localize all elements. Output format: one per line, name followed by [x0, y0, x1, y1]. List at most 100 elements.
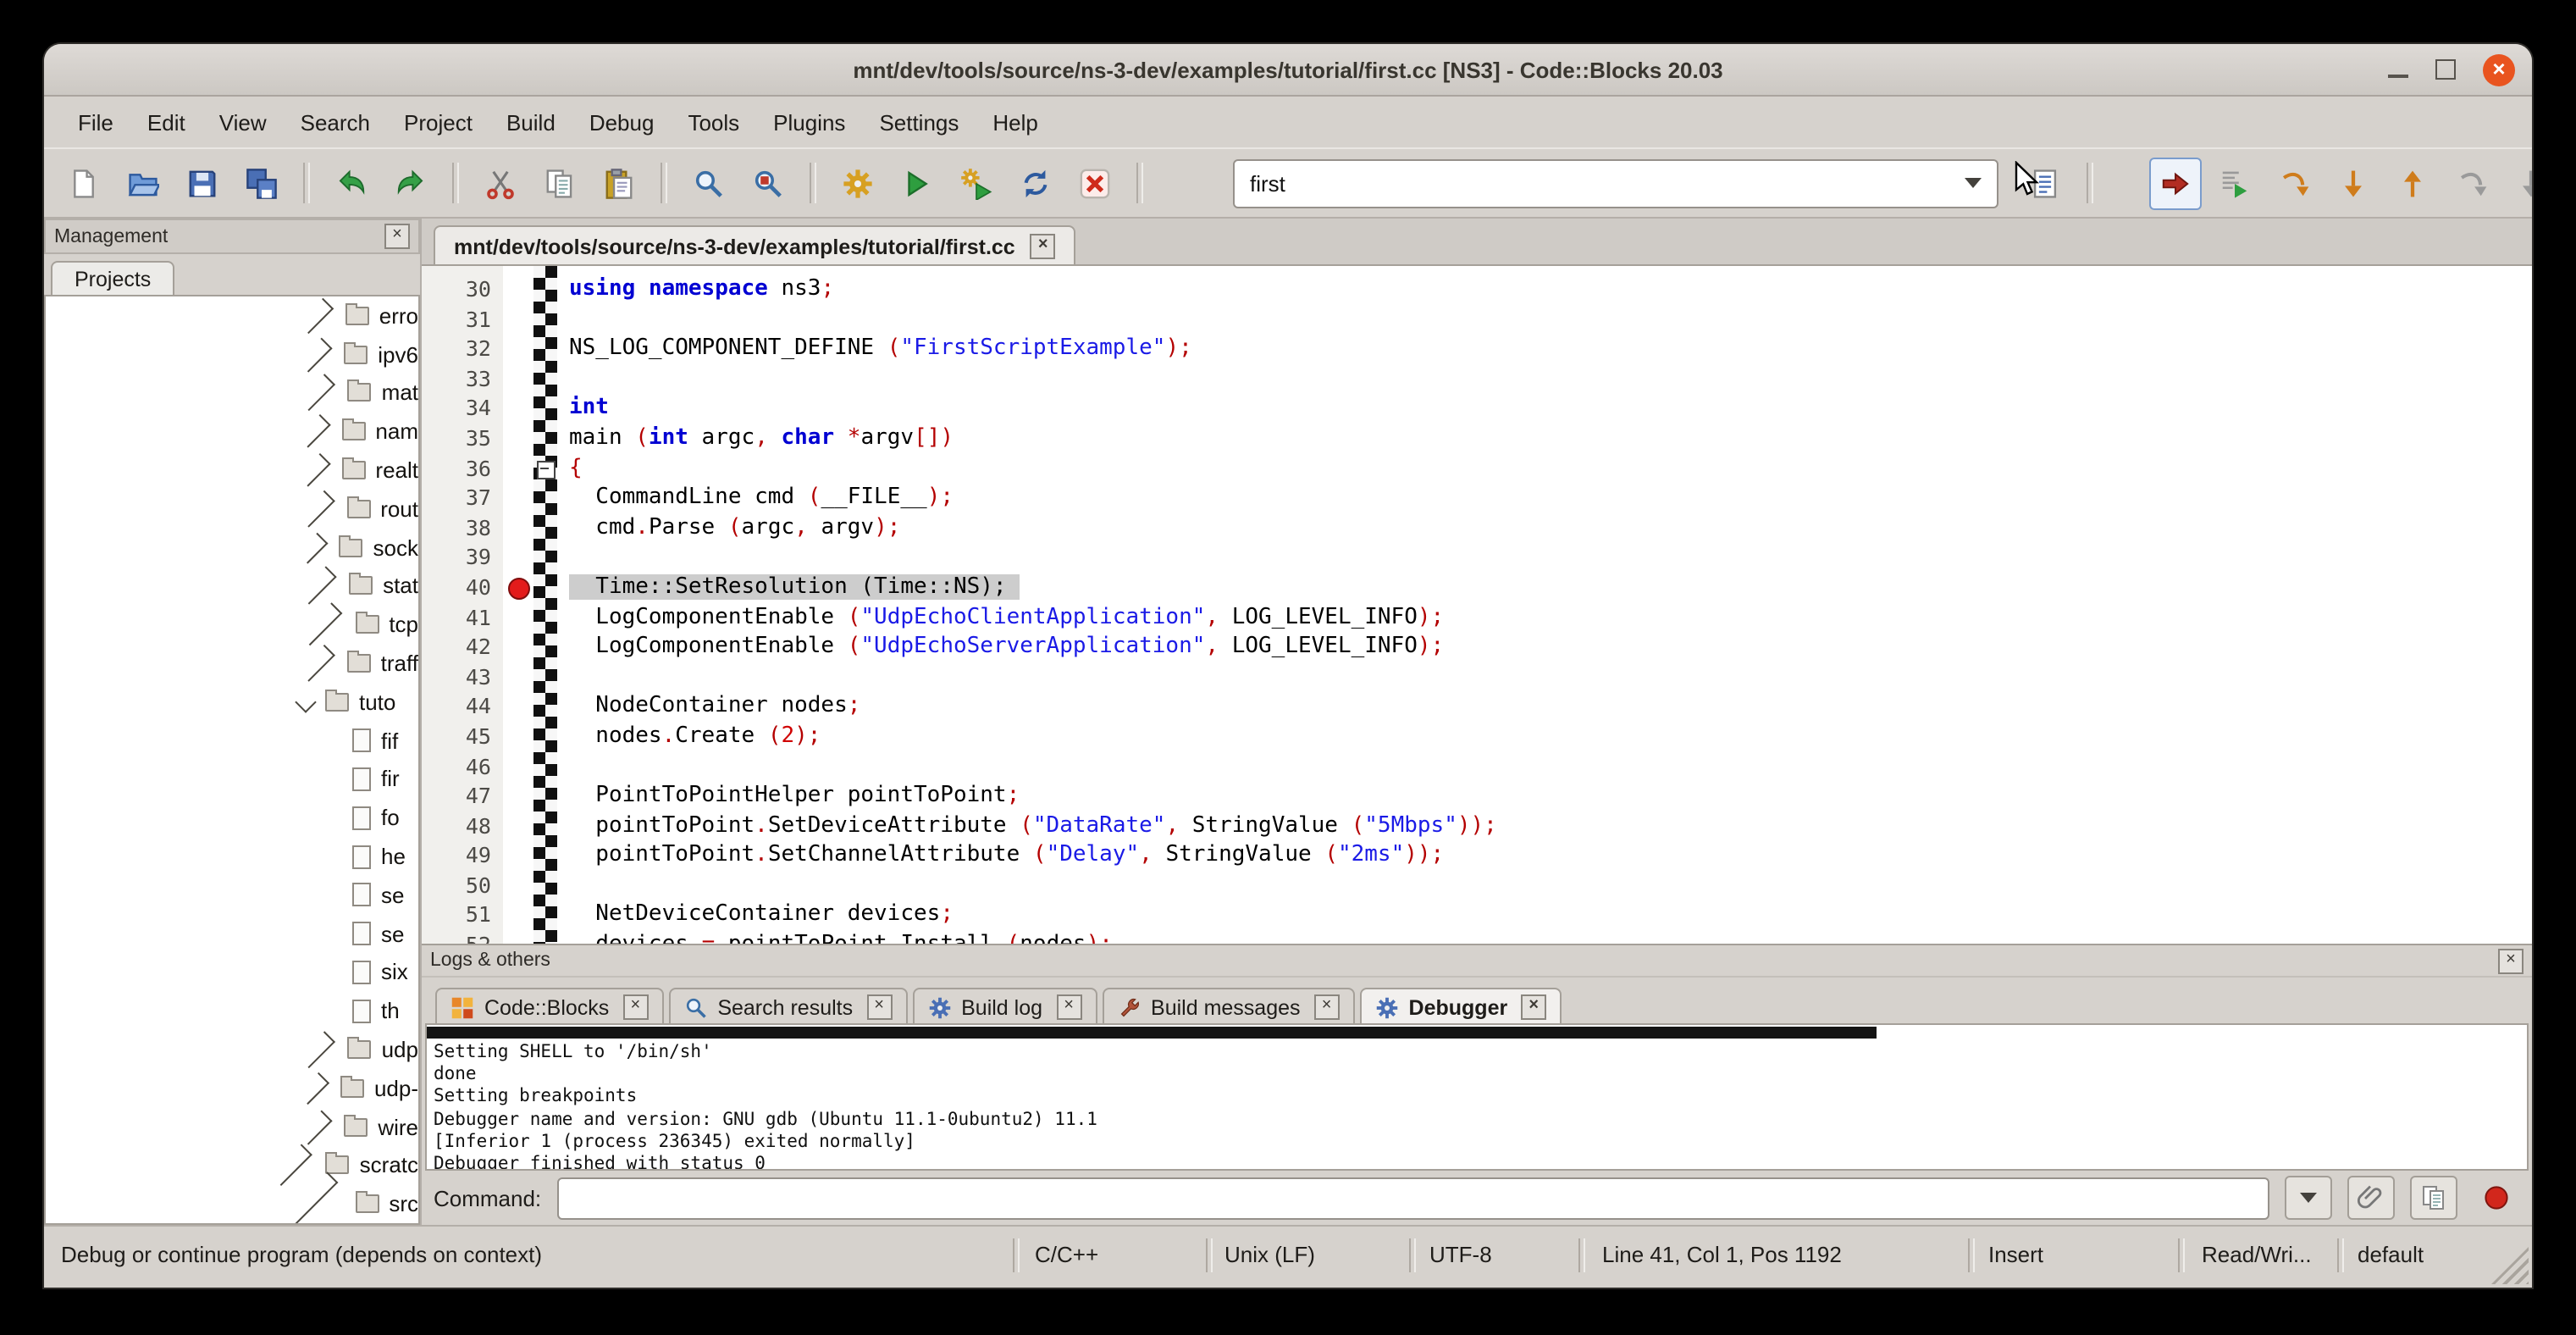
- breakpoint-margin[interactable]: [503, 692, 533, 722]
- log-tab-code-blocks[interactable]: Code::Blocks×: [435, 988, 663, 1023]
- new-file-button[interactable]: [58, 157, 110, 209]
- tree-item-stat[interactable]: stat: [46, 567, 418, 606]
- close-icon[interactable]: ×: [1031, 234, 1056, 259]
- chevron-right-icon[interactable]: [298, 298, 334, 334]
- breakpoint-margin[interactable]: [503, 722, 533, 751]
- line-number[interactable]: 32: [422, 334, 503, 363]
- menu-help[interactable]: Help: [976, 102, 1055, 141]
- line-number[interactable]: 35: [422, 424, 503, 453]
- breakpoint-margin[interactable]: [503, 274, 533, 304]
- menu-file[interactable]: File: [61, 102, 130, 141]
- chevron-right-icon[interactable]: [298, 337, 333, 372]
- rebuild-button[interactable]: [1009, 157, 1062, 209]
- line-number[interactable]: 47: [422, 781, 503, 811]
- breakpoint-margin[interactable]: [503, 334, 533, 363]
- breakpoint-margin[interactable]: [503, 871, 533, 900]
- chevron-right-icon[interactable]: [297, 415, 330, 448]
- breakpoint-margin[interactable]: [503, 841, 533, 871]
- close-icon[interactable]: ×: [622, 994, 648, 1020]
- build-button[interactable]: [832, 157, 884, 209]
- log-tab-build-log[interactable]: Build log×: [912, 988, 1097, 1023]
- chevron-right-icon[interactable]: [299, 603, 341, 645]
- stop-debugger-button[interactable]: [2473, 1176, 2520, 1220]
- build-target-combo[interactable]: first: [1233, 158, 1998, 208]
- log-tab-build-messages[interactable]: Build messages×: [1102, 988, 1355, 1023]
- line-number[interactable]: 50: [422, 871, 503, 900]
- save-button[interactable]: [176, 157, 229, 209]
- breakpoint-margin[interactable]: [503, 453, 533, 483]
- breakpoint-margin[interactable]: [503, 602, 533, 632]
- line-number[interactable]: 31: [422, 304, 503, 334]
- breakpoint-margin[interactable]: [503, 513, 533, 543]
- menu-project[interactable]: Project: [387, 102, 489, 141]
- breakpoint-margin[interactable]: [503, 573, 533, 602]
- breakpoint-margin[interactable]: [503, 483, 533, 512]
- chevron-right-icon[interactable]: [298, 645, 335, 682]
- tree-item-rout[interactable]: rout: [46, 490, 418, 529]
- chevron-right-icon[interactable]: [297, 1072, 329, 1105]
- next-instruction-button[interactable]: [2446, 157, 2498, 209]
- breakpoint-margin[interactable]: [503, 930, 533, 944]
- tree-item-fif[interactable]: fif: [46, 722, 418, 761]
- breakpoint-marker[interactable]: [508, 578, 530, 600]
- tree-item-tuto[interactable]: tuto: [46, 683, 418, 722]
- close-icon[interactable]: ×: [2498, 948, 2523, 973]
- tree-item-fir[interactable]: fir: [46, 760, 418, 799]
- tree-item-udp-[interactable]: udp-: [46, 1069, 418, 1108]
- chevron-right-icon[interactable]: [298, 1031, 335, 1068]
- breakpoint-margin[interactable]: [503, 394, 533, 424]
- line-number[interactable]: 30: [422, 274, 503, 304]
- line-number[interactable]: 51: [422, 900, 503, 930]
- step-into-button[interactable]: [2327, 157, 2380, 209]
- line-number[interactable]: 44: [422, 692, 503, 722]
- line-number[interactable]: 33: [422, 364, 503, 394]
- copy-log-button[interactable]: [2410, 1176, 2457, 1220]
- abort-build-button[interactable]: [1069, 157, 1121, 209]
- line-number[interactable]: 41: [422, 602, 503, 632]
- tree-item-realt[interactable]: realt: [46, 451, 418, 490]
- tree-item-scratc[interactable]: scratc: [46, 1146, 418, 1185]
- step-out-button[interactable]: [2386, 157, 2439, 209]
- breakpoint-margin[interactable]: [503, 632, 533, 662]
- redo-button[interactable]: [384, 157, 437, 209]
- close-icon[interactable]: ×: [866, 994, 892, 1020]
- close-icon[interactable]: ×: [1521, 994, 1546, 1020]
- tree-item-six[interactable]: six: [46, 953, 418, 992]
- menu-build[interactable]: Build: [489, 102, 572, 141]
- resize-grip[interactable]: [2491, 1247, 2529, 1284]
- breakpoint-margin[interactable]: [503, 364, 533, 394]
- line-number[interactable]: 45: [422, 722, 503, 751]
- close-button[interactable]: ×: [2483, 53, 2515, 86]
- line-number[interactable]: 42: [422, 632, 503, 662]
- line-number[interactable]: 52: [422, 930, 503, 944]
- line-number[interactable]: 34: [422, 394, 503, 424]
- breakpoint-margin[interactable]: [503, 900, 533, 930]
- replace-button[interactable]: [742, 157, 794, 209]
- menu-debug[interactable]: Debug: [572, 102, 672, 141]
- line-number[interactable]: 43: [422, 662, 503, 691]
- maximize-button[interactable]: [2435, 59, 2456, 80]
- breakpoint-margin[interactable]: [503, 424, 533, 453]
- chevron-down-icon[interactable]: [295, 691, 316, 712]
- tree-item-th[interactable]: th: [46, 992, 418, 1031]
- chevron-right-icon[interactable]: [298, 374, 335, 412]
- menu-plugins[interactable]: Plugins: [756, 102, 862, 141]
- copy-button[interactable]: [533, 157, 586, 209]
- chevron-right-icon[interactable]: [297, 532, 329, 563]
- code-editor[interactable]: 30using namespace ns3;3132NS_LOG_COMPONE…: [422, 266, 2532, 944]
- line-number[interactable]: 38: [422, 513, 503, 543]
- log-tab-search-results[interactable]: Search results×: [668, 988, 907, 1023]
- command-dropdown-button[interactable]: [2285, 1176, 2332, 1220]
- line-number[interactable]: 36: [422, 453, 503, 483]
- tree-item-ipv6[interactable]: ipv6: [46, 335, 418, 374]
- tree-item-traff[interactable]: traff: [46, 644, 418, 683]
- tree-item-nam[interactable]: nam: [46, 413, 418, 451]
- line-number[interactable]: 37: [422, 483, 503, 512]
- line-number[interactable]: 48: [422, 811, 503, 840]
- close-icon[interactable]: ×: [1314, 994, 1340, 1020]
- chevron-right-icon[interactable]: [270, 1144, 312, 1187]
- line-number[interactable]: 40: [422, 573, 503, 602]
- close-icon[interactable]: ×: [384, 224, 410, 249]
- breakpoint-margin[interactable]: [503, 811, 533, 840]
- line-number[interactable]: 49: [422, 841, 503, 871]
